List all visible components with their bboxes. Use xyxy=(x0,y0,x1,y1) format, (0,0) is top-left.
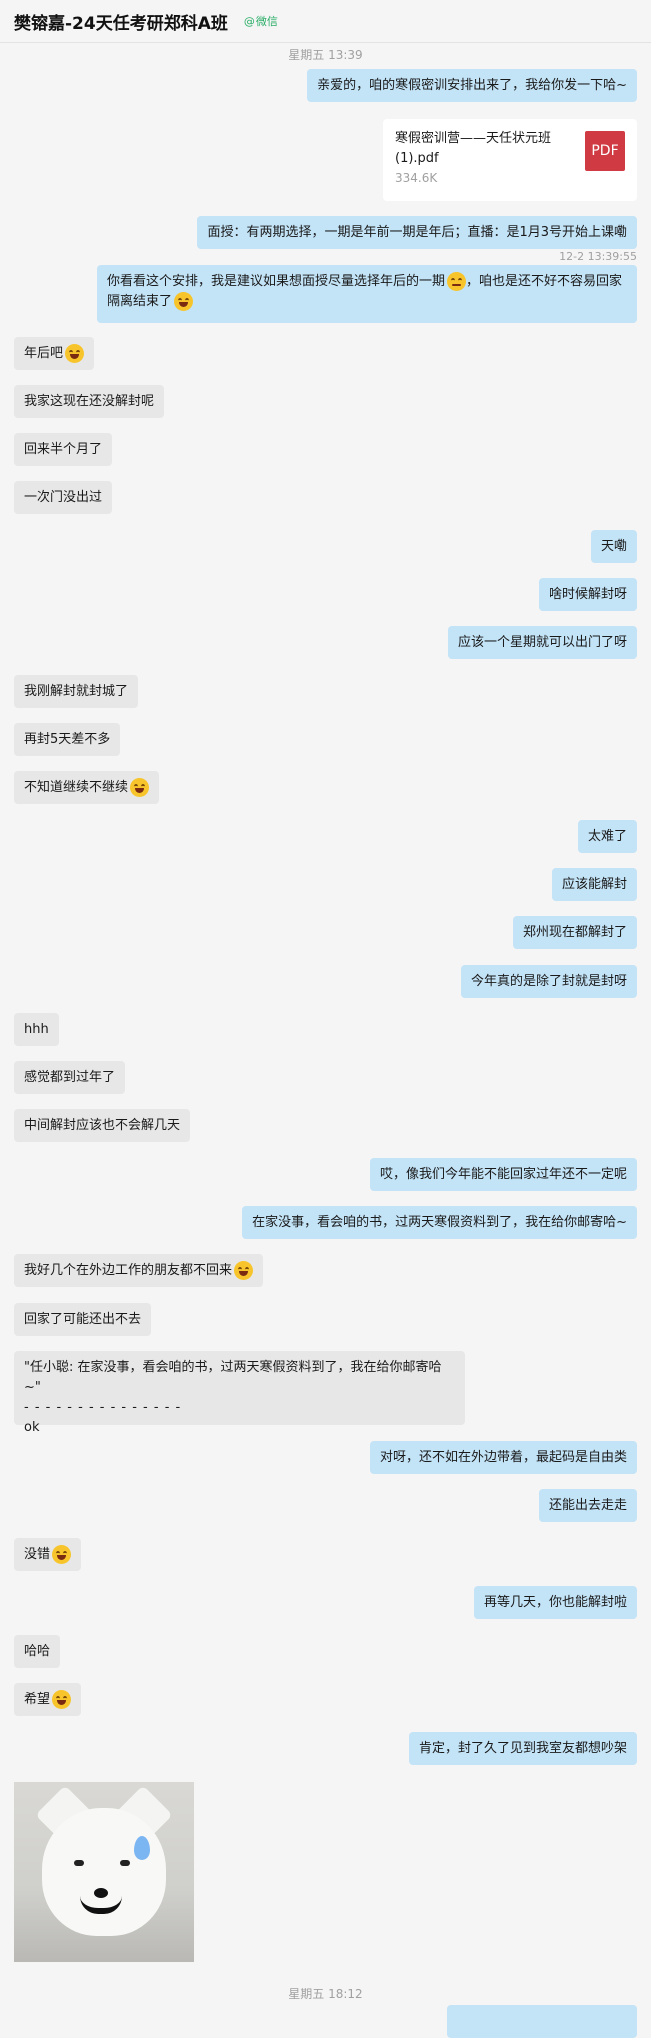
message-text: 再等几天，你也能解封啦 xyxy=(483,1594,627,1610)
message-bubble[interactable]: 亲爱的，咱的寒假密训安排出来了，我给你发一下哈~ xyxy=(307,69,637,102)
message-bubble[interactable]: 还能出去走走 xyxy=(538,1489,637,1522)
message-bubble-partial[interactable] xyxy=(447,2005,637,2038)
message-bubble[interactable]: 回来半个月了 xyxy=(14,433,113,466)
timestamp: 星期五 13:39 xyxy=(288,48,363,62)
message-bubble[interactable]: 再等几天，你也能解封啦 xyxy=(473,1586,637,1619)
message-text: 不知道继续不继续 xyxy=(24,779,129,795)
message-bubble[interactable]: 一次门没出过 xyxy=(14,481,113,514)
laughing-face-icon xyxy=(130,778,150,797)
message-text: 再封5天差不多 xyxy=(24,731,111,747)
dog-head xyxy=(42,1808,166,1936)
message-bubble[interactable]: 对呀，还不如在外边带着，最起码是自由类 xyxy=(369,1441,637,1474)
message-text: 今年真的是除了封就是封呀 xyxy=(470,973,627,989)
file-name: 寒假密训营——天任状元班(1).pdf xyxy=(395,131,552,166)
file-card[interactable]: 寒假密训营——天任状元班(1).pdf 334.6K PDF xyxy=(383,119,637,201)
chat-header: 樊镕嘉-24天任考研郑科A班 @微信 xyxy=(0,0,651,43)
message-text: 啥时候解封呀 xyxy=(548,586,627,602)
message-text: 应该一个星期就可以出门了呀 xyxy=(457,634,627,650)
message-text: 哎，像我们今年能不能回家过年还不一定呢 xyxy=(379,1166,627,1182)
message-text: 年后吧 xyxy=(24,345,64,361)
timestamp: 星期五 18:12 xyxy=(288,1987,363,2001)
message-text: 我家这现在还没解封呢 xyxy=(24,393,155,409)
message-text: hhh xyxy=(24,1021,49,1037)
message-text: 回家了可能还出不去 xyxy=(24,1311,142,1327)
message-bubble[interactable]: 中间解封应该也不会解几天 xyxy=(14,1109,191,1142)
message-text: 你看看这个安排，我是建议如果想面授尽量选择年后的一期 xyxy=(107,274,446,289)
message-bubble[interactable]: 太难了 xyxy=(577,820,637,853)
message-bubble[interactable]: 天嘞 xyxy=(590,530,637,563)
dog-eye xyxy=(74,1860,84,1866)
message-text: 郑州现在都解封了 xyxy=(522,924,627,940)
message-text: 还能出去走走 xyxy=(548,1497,627,1513)
message-bubble[interactable]: 年后吧 xyxy=(14,337,95,370)
message-text: 中间解封应该也不会解几天 xyxy=(24,1117,181,1133)
message-bubble[interactable]: 在家没事，看会咱的书，过两天寒假资料到了，我在给你邮寄哈~ xyxy=(242,1206,637,1239)
message-text: 没错 xyxy=(24,1546,51,1562)
laughing-face-icon xyxy=(65,344,85,363)
file-size: 334.6K xyxy=(395,171,438,185)
message-bubble[interactable]: 我刚解封就封城了 xyxy=(14,675,139,708)
message-bubble[interactable]: 回家了可能还出不去 xyxy=(14,1303,152,1336)
laughing-face-icon xyxy=(52,1545,72,1564)
message-text: 回来半个月了 xyxy=(24,441,103,457)
message-text: ok xyxy=(24,1420,40,1435)
grimace-face-icon xyxy=(447,272,467,291)
message-bubble[interactable]: 哈哈 xyxy=(14,1635,61,1668)
timestamp-small: 12-2 13:39:55 xyxy=(559,250,637,263)
message-bubble[interactable]: 郑州现在都解封了 xyxy=(512,916,637,949)
message-bubble[interactable]: 你看看这个安排，我是建议如果想面授尽量选择年后的一期 ，咱也是还不好不容易回家隔离… xyxy=(97,265,637,323)
message-text: 应该能解封 xyxy=(561,876,627,892)
message-bubble[interactable]: 我好几个在外边工作的朋友都不回来 xyxy=(14,1254,264,1287)
wechat-tag: @微信 xyxy=(243,15,278,28)
dog-eye xyxy=(120,1860,130,1866)
message-text: 太难了 xyxy=(587,828,627,844)
message-text: 肯定，封了久了见到我室友都想吵架 xyxy=(418,1740,627,1756)
message-bubble[interactable]: 没错 xyxy=(14,1538,82,1571)
message-text: 感觉都到过年了 xyxy=(24,1069,116,1085)
laughing-face-icon xyxy=(174,292,194,311)
message-text: 哈哈 xyxy=(24,1643,51,1659)
message-text: 希望 xyxy=(24,1691,51,1707)
quoted-message-bubble[interactable]: "任小聪: 在家没事，看会咱的书，过两天寒假资料到了，我在给你邮寄哈~" - -… xyxy=(14,1351,465,1435)
laughing-face-icon xyxy=(52,1690,72,1709)
message-text: 我好几个在外边工作的朋友都不回来 xyxy=(24,1262,233,1278)
message-text: 对呀，还不如在外边带着，最起码是自由类 xyxy=(379,1449,627,1465)
message-text: 面授：有两期选择，一期是年前一期是年后；直播：是1月3号开始上课嘞 xyxy=(207,224,627,240)
message-text: 天嘞 xyxy=(600,538,627,554)
message-bubble[interactable]: 感觉都到过年了 xyxy=(14,1061,126,1094)
message-bubble[interactable]: 啥时候解封呀 xyxy=(538,578,637,611)
message-bubble[interactable]: 肯定，封了久了见到我室友都想吵架 xyxy=(408,1732,637,1765)
pdf-icon: PDF xyxy=(585,131,625,171)
quote-divider: - - - - - - - - - - - - - - - xyxy=(24,1400,182,1415)
message-bubble[interactable]: 应该能解封 xyxy=(551,868,637,901)
message-bubble[interactable]: 哎，像我们今年能不能回家过年还不一定呢 xyxy=(369,1158,637,1191)
message-bubble[interactable]: 不知道继续不继续 xyxy=(14,771,160,804)
message-text: 一次门没出过 xyxy=(24,489,103,505)
message-bubble[interactable]: 再封5天差不多 xyxy=(14,723,121,756)
message-bubble[interactable]: 希望 xyxy=(14,1683,82,1716)
chat-title: 樊镕嘉-24天任考研郑科A班 xyxy=(14,13,228,34)
message-text: 亲爱的，咱的寒假密训安排出来了，我给你发一下哈~ xyxy=(317,77,627,93)
message-bubble[interactable]: 今年真的是除了封就是封呀 xyxy=(460,965,637,998)
message-bubble[interactable]: 面授：有两期选择，一期是年前一期是年后；直播：是1月3号开始上课嘞 xyxy=(197,216,637,249)
wechat-tag-label: 微信 xyxy=(255,15,278,28)
message-text: 我刚解封就封城了 xyxy=(24,683,129,699)
message-text: 在家没事，看会咱的书，过两天寒假资料到了，我在给你邮寄哈~ xyxy=(252,1214,627,1230)
message-bubble[interactable]: 应该一个星期就可以出门了呀 xyxy=(447,626,637,659)
sweat-drop-icon xyxy=(134,1836,150,1860)
message-bubble[interactable]: hhh xyxy=(14,1013,59,1046)
message-bubble[interactable]: 我家这现在还没解封呢 xyxy=(14,385,165,418)
laughing-face-icon xyxy=(234,1261,254,1280)
dog-sticker-image[interactable] xyxy=(14,1782,194,1962)
quoted-text: "任小聪: 在家没事，看会咱的书，过两天寒假资料到了，我在给你邮寄哈~" xyxy=(24,1360,442,1395)
